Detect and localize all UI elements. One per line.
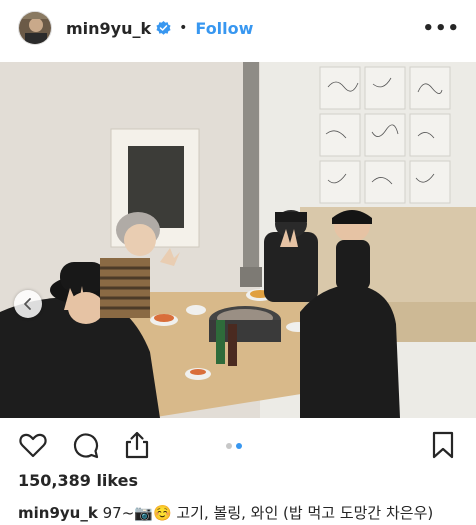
carousel-prev-button[interactable] (14, 290, 42, 318)
caption-text: 97~📷☺️ 고기, 볼링, 와인 (밥 먹고 도망간 차은우) (102, 504, 434, 522)
username[interactable]: min9yu_k (66, 19, 151, 38)
likes-count[interactable]: 150,389 likes (18, 471, 138, 490)
carousel-dot (226, 443, 232, 449)
heart-icon[interactable] (18, 430, 48, 460)
follow-button[interactable]: Follow (195, 19, 253, 38)
share-icon[interactable] (122, 430, 152, 460)
comment-icon[interactable] (70, 430, 100, 460)
post-header: min9yu_k • Follow ••• (0, 0, 476, 56)
post-caption: min9yu_k 97~📷☺️ 고기, 볼링, 와인 (밥 먹고 도망간 차은우… (18, 502, 468, 523)
carousel-indicator (226, 443, 242, 449)
chevron-left-icon (24, 298, 31, 310)
verified-badge-icon (156, 20, 171, 36)
caption-username[interactable]: min9yu_k (18, 504, 98, 522)
bookmark-icon[interactable] (428, 430, 458, 460)
avatar[interactable] (18, 11, 52, 45)
post-photo[interactable] (0, 62, 476, 418)
more-options-icon[interactable]: ••• (422, 18, 460, 39)
header-separator: • (179, 20, 188, 36)
carousel-dot-active (236, 443, 242, 449)
post-actions-bar (0, 418, 476, 472)
